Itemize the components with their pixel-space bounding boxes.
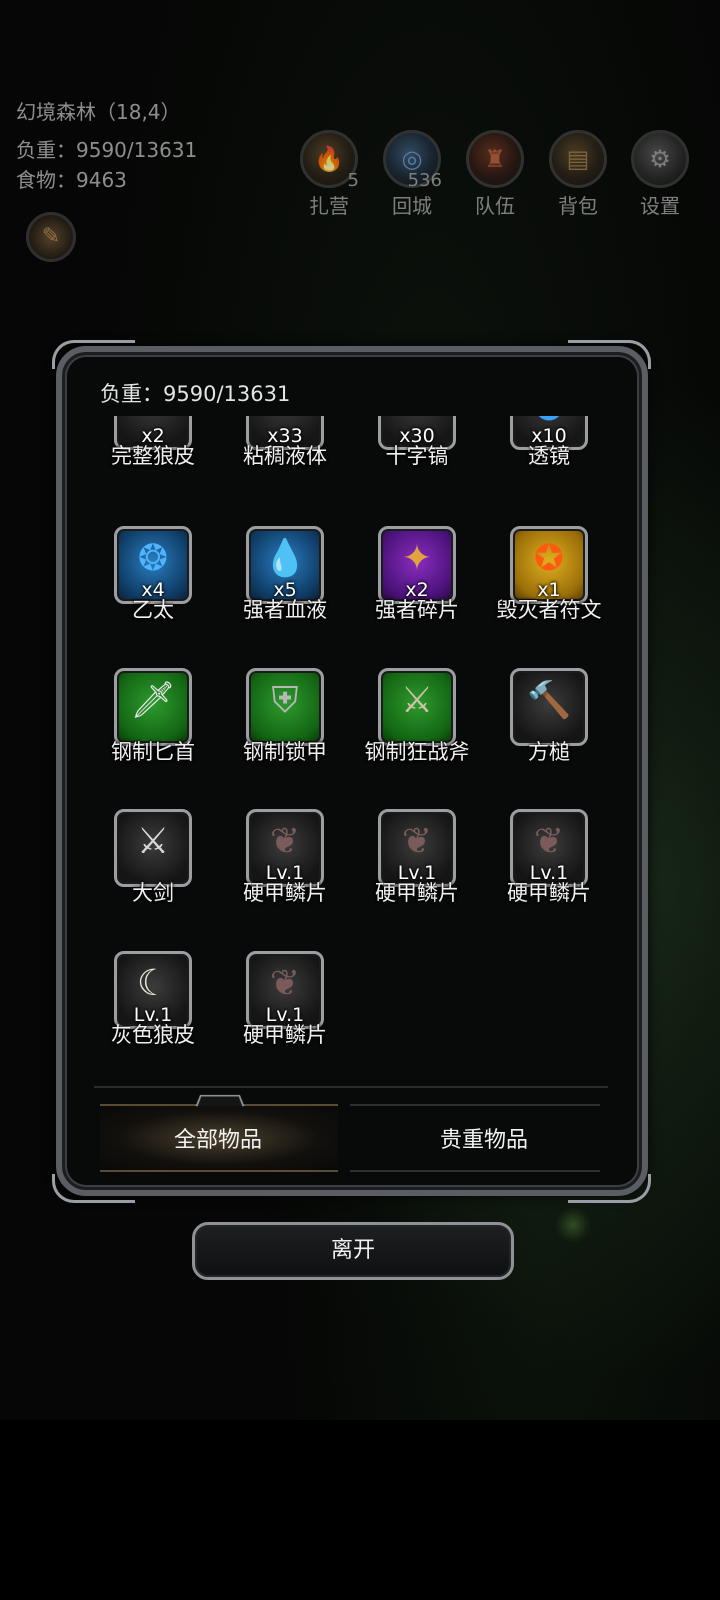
inventory-item[interactable]: ⚒ x30 十字镐 [352,416,482,470]
panel-corner-ornament [568,1174,651,1203]
scale-icon: ❦ Lv.1 [246,809,324,887]
inventory-item[interactable]: ❦ Lv.1 硬甲鳞片 [484,809,614,907]
scale-icon: ❦ Lv.1 [378,809,456,887]
panel-load-label: 负重：9590/13631 [100,382,291,406]
return-city-label: 回城 [392,194,432,218]
campfire-icon: 🔥 5 [300,130,359,191]
portal-icon: ◎ 536 [383,130,442,191]
team-button[interactable]: ♜ 队伍 [462,130,528,219]
inventory-item[interactable]: ✪ x1 毁灭者符文 [484,526,614,624]
panel-corner-ornament [52,340,135,369]
scale-icon: ❦ Lv.1 [246,951,324,1029]
tabs-divider [94,1086,608,1088]
inventory-item[interactable]: ✺ x2 完整狼皮 [88,416,218,470]
team-label: 队伍 [475,194,515,218]
tab-all-items-label[interactable]: 全部物品 [174,1122,262,1154]
map-scroll-icon[interactable]: ✎ [26,212,76,262]
inventory-item[interactable]: 💧 x5 强者血液 [220,526,350,624]
grey-fur-icon: ☾ Lv.1 [114,951,192,1029]
exit-button[interactable]: 离开 [192,1222,514,1280]
bottom-area [0,1420,720,1600]
tab-indicator-icon [195,1094,245,1107]
inventory-item[interactable]: ❦ Lv.1 硬甲鳞片 [220,951,350,1049]
team-icon: ♜ [466,130,524,188]
inventory-item[interactable]: ☾ Lv.1 灰色狼皮 [88,951,218,1049]
return-city-button[interactable]: ◎ 536 回城 [379,130,445,219]
settings-label: 设置 [640,194,680,218]
camp-count: 5 [347,170,359,191]
camp-label: 扎营 [309,194,349,218]
backpack-label: 背包 [558,194,598,218]
shard-icon: ✦ x2 [378,526,456,604]
hud-food-label: 食物：9463 [16,168,127,192]
dagger-icon: 🗡 [114,668,192,746]
inventory-item[interactable]: 🔨 方槌 [484,668,614,766]
greatsword-icon: ⚔ [114,809,192,887]
return-count: 536 [407,170,442,191]
inventory-item[interactable]: ☁ x33 粘稠液体 [220,416,350,470]
panel-corner-ornament [52,1174,135,1203]
inventory-item[interactable]: ✦ x2 强者碎片 [352,526,482,624]
backpack-button[interactable]: ▤ 背包 [545,130,611,219]
inventory-item[interactable]: ● x10 透镜 [484,416,614,470]
blood-drop-icon: 💧 x5 [246,526,324,604]
gear-icon: ⚙ [631,130,689,188]
location-label: 幻境森林（18,4） [16,100,181,124]
rune-icon: ✪ x1 [510,526,588,604]
scale-icon: ❦ Lv.1 [510,809,588,887]
ether-orb-icon: ❂ x4 [114,526,192,604]
panel-corner-ornament [568,340,651,369]
inventory-item[interactable]: ❦ Lv.1 硬甲鳞片 [352,809,482,907]
backpack-icon: ▤ [549,130,607,188]
tab-valuables-label[interactable]: 贵重物品 [440,1122,528,1154]
hammer-icon: 🔨 [510,668,588,746]
battle-axe-icon: ⚔ [378,668,456,746]
inventory-grid[interactable]: ✺ x2 完整狼皮 ☁ x33 粘稠液体 ⚒ x30 十字镐 ● x10 透镜 … [86,416,626,1084]
settings-button[interactable]: ⚙ 设置 [627,130,693,219]
chainmail-icon: ⛨ [246,668,324,746]
inventory-item[interactable]: ⚔ 钢制狂战斧 [352,668,482,766]
glow-decoration [556,1208,590,1242]
hud-load-label: 负重：9590/13631 [16,138,198,162]
inventory-item[interactable]: 🗡 钢制匕首 [88,668,218,766]
inventory-item[interactable]: ⚔ 大剑 [88,809,218,907]
camp-button[interactable]: 🔥 5 扎营 [296,130,362,219]
inventory-item[interactable]: ⛨ 钢制锁甲 [220,668,350,766]
inventory-item[interactable]: ❂ x4 乙太 [88,526,218,624]
inventory-item[interactable]: ❦ Lv.1 硬甲鳞片 [220,809,350,907]
